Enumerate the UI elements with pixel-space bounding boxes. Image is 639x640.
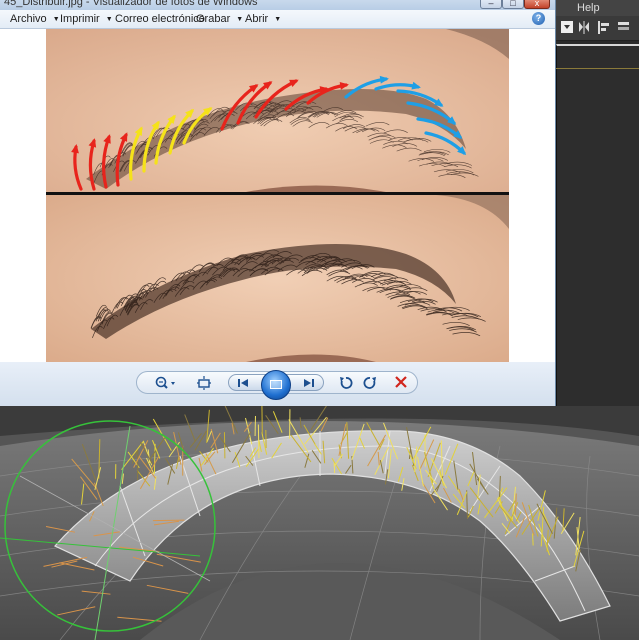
eyebrow-photo — [46, 29, 509, 362]
max-menubar: Help — [556, 0, 639, 16]
viewport-divider — [556, 68, 639, 69]
hair-guide — [152, 519, 185, 522]
menu-grabar[interactable]: Grabar ▼ — [196, 13, 243, 25]
actual-size-icon[interactable] — [196, 375, 212, 391]
select-filter-icon[interactable] — [560, 19, 576, 36]
previous-icon[interactable] — [236, 376, 250, 390]
chevron-down-icon: ▼ — [105, 16, 113, 23]
title-bar[interactable]: 45_Distribuir.jpg - Visualizador de foto… — [0, 0, 555, 10]
menu-correo[interactable]: Correo electrónico — [115, 13, 205, 25]
max-side-viewport[interactable] — [556, 44, 639, 408]
chevron-down-icon: ▼ — [52, 16, 60, 23]
help-button[interactable]: ? — [532, 12, 545, 25]
layer-icon[interactable] — [616, 19, 632, 36]
maximize-button[interactable]: □ — [502, 0, 524, 9]
slideshow-button[interactable] — [261, 370, 291, 400]
max-toolbar — [556, 16, 639, 41]
3d-viewport[interactable] — [0, 406, 639, 640]
align-icon[interactable] — [596, 19, 612, 36]
delete-icon[interactable] — [394, 375, 408, 389]
close-button[interactable]: x — [524, 0, 550, 9]
viewer-controls — [0, 362, 555, 406]
minimize-button[interactable]: – — [480, 0, 502, 9]
max-menu-help[interactable]: Help — [577, 2, 600, 14]
rotate-ccw-icon[interactable] — [338, 375, 354, 391]
rotate-cw-icon[interactable] — [362, 375, 378, 391]
chevron-down-icon: ▼ — [236, 16, 244, 23]
window-title: 45_Distribuir.jpg - Visualizador de foto… — [4, 0, 258, 8]
menu-archivo[interactable]: Archivo ▼ — [10, 13, 60, 25]
mirror-icon[interactable] — [576, 19, 592, 36]
menu-imprimir[interactable]: Imprimir ▼ — [60, 13, 113, 25]
hair-guide — [257, 424, 260, 459]
next-icon[interactable] — [302, 376, 316, 390]
menu-bar: Archivo ▼ Imprimir ▼ Correo electrónico Gr… — [0, 10, 555, 29]
image-canvas — [0, 29, 555, 362]
menu-abrir[interactable]: Abrir ▼ — [245, 13, 281, 25]
chevron-down-icon: ▼ — [274, 16, 282, 23]
slideshow-icon — [270, 380, 282, 389]
photo-viewer-window: 45_Distribuir.jpg - Visualizador de foto… — [0, 0, 556, 406]
hair-guide — [333, 462, 336, 474]
hair-guide — [532, 533, 534, 546]
hair-guide — [261, 406, 263, 434]
before-after-divider — [46, 192, 509, 195]
zoom-icon[interactable] — [154, 375, 178, 391]
